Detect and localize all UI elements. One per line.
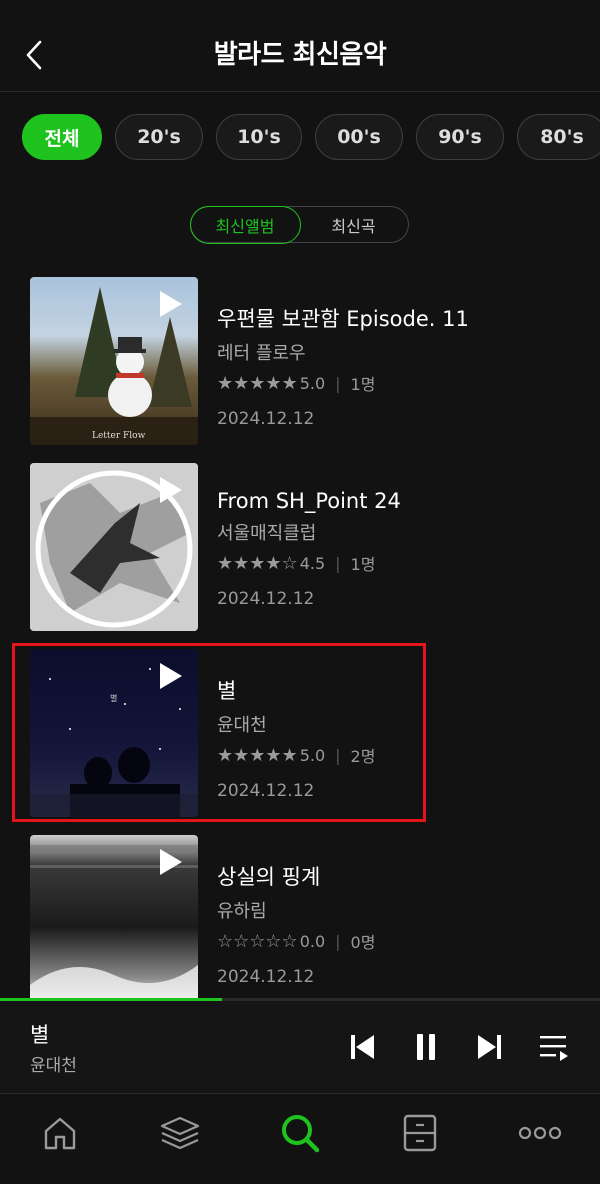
album-artist: 레터 플로우 [217,343,306,364]
release-date: 2024.12.12 [217,589,315,609]
now-playing-artist: 윤대천 [30,1056,77,1076]
chip-80s[interactable]: 80's [517,114,600,160]
album-title: 상실의 핑계 [217,865,321,889]
play-icon[interactable] [160,477,182,503]
mini-player[interactable]: 별 윤대천 [0,1001,600,1094]
next-button[interactable] [472,1029,508,1065]
tab-home[interactable] [30,1108,90,1158]
more-icon [518,1126,562,1140]
playlist-button[interactable] [536,1029,572,1065]
tab-latest-songs[interactable]: 최신곡 [299,207,408,242]
release-date: 2024.12.12 [217,409,315,429]
list-item[interactable]: 상실의 핑계 유하림 ☆☆☆☆☆ 0.0 | 0명 2024.12.12 [30,835,430,998]
decade-filter: 전체 20's 10's 00's 90's 80's [22,114,600,160]
play-icon[interactable] [160,849,182,875]
page-title: 발라드 최신음악 [213,40,387,70]
rater-count: 1명 [350,375,376,394]
rating-score: 0.0 [299,931,326,951]
star-rating-icon: ☆☆☆☆☆ [217,930,298,952]
album-cover [30,835,198,998]
tab-latest-albums[interactable]: 최신앨범 [189,205,301,244]
rater-count: 1명 [350,555,376,574]
tab-search[interactable] [270,1108,330,1158]
album-song-toggle: 최신앨범 최신곡 [189,205,409,244]
tab-library[interactable] [150,1108,210,1158]
selection-highlight [12,643,426,822]
skip-previous-icon [351,1035,374,1059]
star-rating-icon: ★★★★★ [217,372,298,394]
chip-10s[interactable]: 10's [216,114,302,160]
rating: ★★★★☆ 4.5 | 1명 [217,551,517,575]
divider: | [335,553,341,573]
album-cover [30,463,198,631]
release-date: 2024.12.12 [217,967,315,987]
chip-00s[interactable]: 00's [315,114,403,160]
play-icon[interactable] [160,291,182,317]
divider: | [335,931,341,951]
cover-caption: Letter Flow [92,431,146,441]
list-item[interactable]: From SH_Point 24 서울매직클럽 ★★★★☆ 4.5 | 1명 2… [30,463,430,631]
rater-count: 0명 [350,933,376,952]
tab-storage[interactable] [390,1108,450,1158]
pause-icon [417,1034,435,1060]
rating-score: 4.5 [299,553,326,573]
chip-all[interactable]: 전체 [22,114,102,160]
header: 발라드 최신음악 [0,0,600,92]
skip-next-icon [478,1035,501,1059]
album-artist: 서울매직클럽 [217,523,317,544]
chip-20s[interactable]: 20's [115,114,203,160]
now-playing-title: 별 [30,1023,50,1047]
divider: | [335,373,341,393]
star-rating-icon: ★★★★☆ [217,552,298,574]
previous-button[interactable] [344,1029,380,1065]
tab-more[interactable] [510,1108,570,1158]
chip-90s[interactable]: 90's [416,114,504,160]
bottom-tab-bar [0,1094,600,1184]
rating: ☆☆☆☆☆ 0.0 | 0명 [217,929,430,953]
storage-icon [403,1114,437,1152]
home-icon [44,1117,76,1150]
album-cover: Letter Flow [30,277,198,445]
rating-score: 5.0 [299,373,326,393]
rating: ★★★★★ 5.0 | 1명 [217,371,517,395]
layers-icon [160,1116,200,1150]
album-title: 우편물 보관함 Episode. 11 [217,307,469,331]
album-artist: 유하림 [217,901,267,922]
pause-button[interactable] [408,1029,444,1065]
list-item[interactable]: Letter Flow 우편물 보관함 Episode. 11 레터 플로우 ★… [30,277,469,445]
queue-icon [540,1036,568,1061]
search-icon [282,1115,320,1153]
album-title: From SH_Point 24 [217,489,401,513]
